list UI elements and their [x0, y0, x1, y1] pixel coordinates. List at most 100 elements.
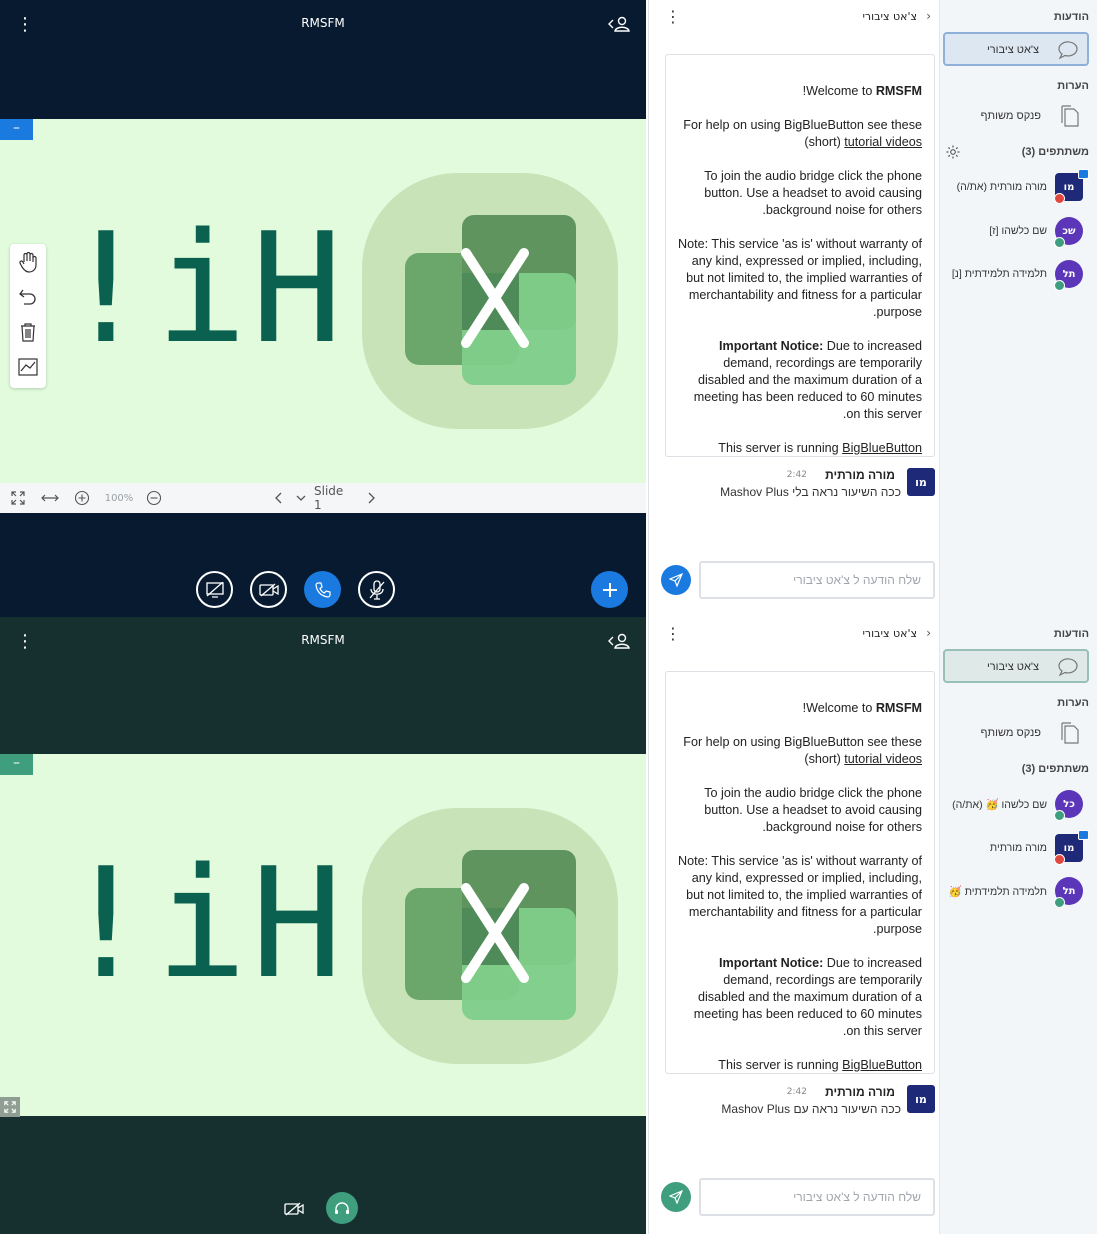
user-name: תלמידה תלמידתית 🥳	[948, 886, 1047, 898]
user-item[interactable]: תל תלמידה תלמידתית 🥳	[943, 877, 1089, 911]
zoom-out-icon[interactable]	[146, 489, 162, 507]
presentation-slide[interactable]: – Hi!	[0, 754, 646, 1116]
muted-mic-icon	[1054, 854, 1065, 865]
excel-logo-icon	[362, 808, 618, 1064]
user-item[interactable]: כל שם כלשהו 🥳 (את/ה)	[943, 790, 1089, 824]
undo-icon[interactable]	[14, 282, 42, 312]
user-item[interactable]: תל תלמידה תלמידתית [נ]	[943, 260, 1089, 294]
slide-dropdown-icon[interactable]	[294, 489, 308, 507]
share-screen-button[interactable]	[196, 571, 233, 608]
notes-heading: הערות	[1057, 697, 1089, 709]
chat-message-input[interactable]	[699, 561, 935, 599]
trash-icon[interactable]	[14, 317, 42, 347]
chat-title: צ'אט ציבורי	[862, 627, 917, 640]
bigbluebutton-link[interactable]: BigBlueButton	[842, 1058, 922, 1072]
user-list-toggle-icon[interactable]	[608, 631, 630, 651]
send-message-button[interactable]	[661, 565, 691, 595]
avatar: מו	[907, 468, 935, 496]
user-name: שם כלשהו 🥳 (את/ה)	[952, 799, 1047, 811]
hand-icon[interactable]	[14, 247, 42, 277]
fullscreen-icon[interactable]	[10, 489, 26, 507]
message-time: 2:42	[786, 470, 807, 480]
headset-icon	[1054, 897, 1065, 908]
chat-bubble-icon	[1058, 41, 1078, 60]
mute-button[interactable]	[358, 571, 395, 608]
webcam-off-icon[interactable]	[282, 1197, 306, 1221]
headset-icon	[1054, 280, 1065, 291]
main-presentation-area: ⋮ RMSFM – Hi!	[0, 617, 646, 1234]
shared-notes-item[interactable]: פנקס משותף	[943, 100, 1089, 134]
shared-notes-label: פנקס משותף	[980, 727, 1041, 739]
whiteboard-toolbar	[10, 244, 46, 388]
message-time: 2:42	[786, 1087, 807, 1097]
chat-panel: ⋮ צ'אט ציבורי › Welcome to RMSFM! For he…	[648, 617, 938, 1234]
notes-icon	[1061, 105, 1079, 127]
slide-selector[interactable]: Slide 1	[314, 484, 354, 512]
meeting-name: RMSFM	[875, 84, 922, 98]
headset-icon	[1054, 237, 1065, 248]
excel-logo-icon	[362, 173, 618, 429]
headset-icon	[1054, 810, 1065, 821]
listen-only-audio-button[interactable]	[326, 1192, 358, 1224]
user-name: מורה מורתית (את/ה)	[956, 181, 1047, 193]
user-item[interactable]: שכ שם כלשהו [ז]	[943, 217, 1089, 251]
warranty-note: Note: This service 'as is' without warra…	[678, 237, 922, 319]
prev-slide-icon[interactable]	[272, 489, 286, 507]
next-slide-icon[interactable]	[364, 489, 378, 507]
public-chat-item[interactable]: צ'אט ציבורי	[943, 32, 1089, 66]
user-name: תלמידה תלמידתית [נ]	[951, 268, 1047, 280]
chevron-right-icon[interactable]: ›	[926, 626, 931, 640]
user-item[interactable]: מו מורה מורתית	[943, 830, 1089, 868]
user-item[interactable]: מו מורה מורתית (את/ה)	[943, 169, 1089, 207]
fullscreen-icon[interactable]	[0, 1097, 20, 1117]
user-list-sidebar: הודעות צ'אט ציבורי הערות פנקס משותף משתת…	[939, 0, 1097, 617]
gear-icon[interactable]	[946, 145, 960, 159]
meeting-title: RMSFM	[301, 633, 345, 647]
chat-header: ⋮ צ'אט ציבורי ›	[649, 0, 939, 34]
chat-panel: ⋮ צ'אט ציבורי › Welcome to RMSFM! For he…	[648, 0, 938, 617]
zoom-in-icon[interactable]	[74, 489, 90, 507]
chat-message-input[interactable]	[699, 1178, 935, 1216]
public-chat-label: צ'אט ציבורי	[986, 661, 1039, 673]
minimize-presentation-button[interactable]: –	[0, 119, 33, 140]
welcome-message: Welcome to RMSFM! For help on using BigB…	[665, 54, 935, 457]
shared-notes-label: פנקס משותף	[980, 110, 1041, 122]
user-list-toggle-icon[interactable]	[608, 14, 630, 34]
chat-title: צ'אט ציבורי	[862, 10, 917, 23]
message-text: ככה השיעור נראה בלי Mashov Plus	[720, 485, 901, 499]
slide-text: Hi!	[60, 200, 347, 377]
public-chat-item[interactable]: צ'אט ציבורי	[943, 649, 1089, 683]
warranty-note: Note: This service 'as is' without warra…	[678, 854, 922, 936]
muted-mic-icon	[1054, 193, 1065, 204]
shared-notes-item[interactable]: פנקס משותף	[943, 717, 1089, 751]
main-header: ⋮ RMSFM	[0, 617, 646, 665]
send-message-button[interactable]	[661, 1182, 691, 1212]
tutorial-videos-link[interactable]: tutorial videos	[844, 752, 922, 766]
chevron-right-icon[interactable]: ›	[926, 9, 931, 23]
notes-heading: הערות	[1057, 80, 1089, 92]
presenter-icon	[1078, 830, 1089, 840]
user-name: מורה מורתית	[989, 842, 1047, 854]
tutorial-videos-link[interactable]: tutorial videos	[844, 135, 922, 149]
presenter-icon	[1078, 169, 1089, 179]
bigbluebutton-link[interactable]: BigBlueButton	[842, 441, 922, 455]
minimize-presentation-button[interactable]: –	[0, 754, 33, 775]
welcome-message: Welcome to RMSFM! For help on using BigB…	[665, 671, 935, 1074]
presentation-slide[interactable]: – Hi!	[0, 119, 646, 483]
share-webcam-button[interactable]	[250, 571, 287, 608]
messages-heading: הודעות	[1053, 628, 1089, 640]
chat-options-icon[interactable]: ⋮	[661, 4, 685, 28]
main-header: ⋮ RMSFM	[0, 0, 646, 48]
chat-bubble-icon	[1058, 658, 1078, 677]
message-author: מורה מורתית	[825, 468, 895, 482]
pen-tool-icon[interactable]	[14, 352, 42, 382]
chat-options-icon[interactable]: ⋮	[661, 621, 685, 645]
public-chat-label: צ'אט ציבורי	[986, 44, 1039, 56]
notes-icon	[1061, 722, 1079, 744]
actions-plus-button[interactable]	[591, 571, 628, 608]
leave-audio-button[interactable]	[304, 571, 341, 608]
presentation-footer: 100% Slide 1	[0, 483, 646, 513]
meeting-name: RMSFM	[875, 701, 922, 715]
fit-width-icon[interactable]	[40, 489, 60, 507]
main-presentation-area: ⋮ RMSFM – Hi!	[0, 0, 646, 617]
